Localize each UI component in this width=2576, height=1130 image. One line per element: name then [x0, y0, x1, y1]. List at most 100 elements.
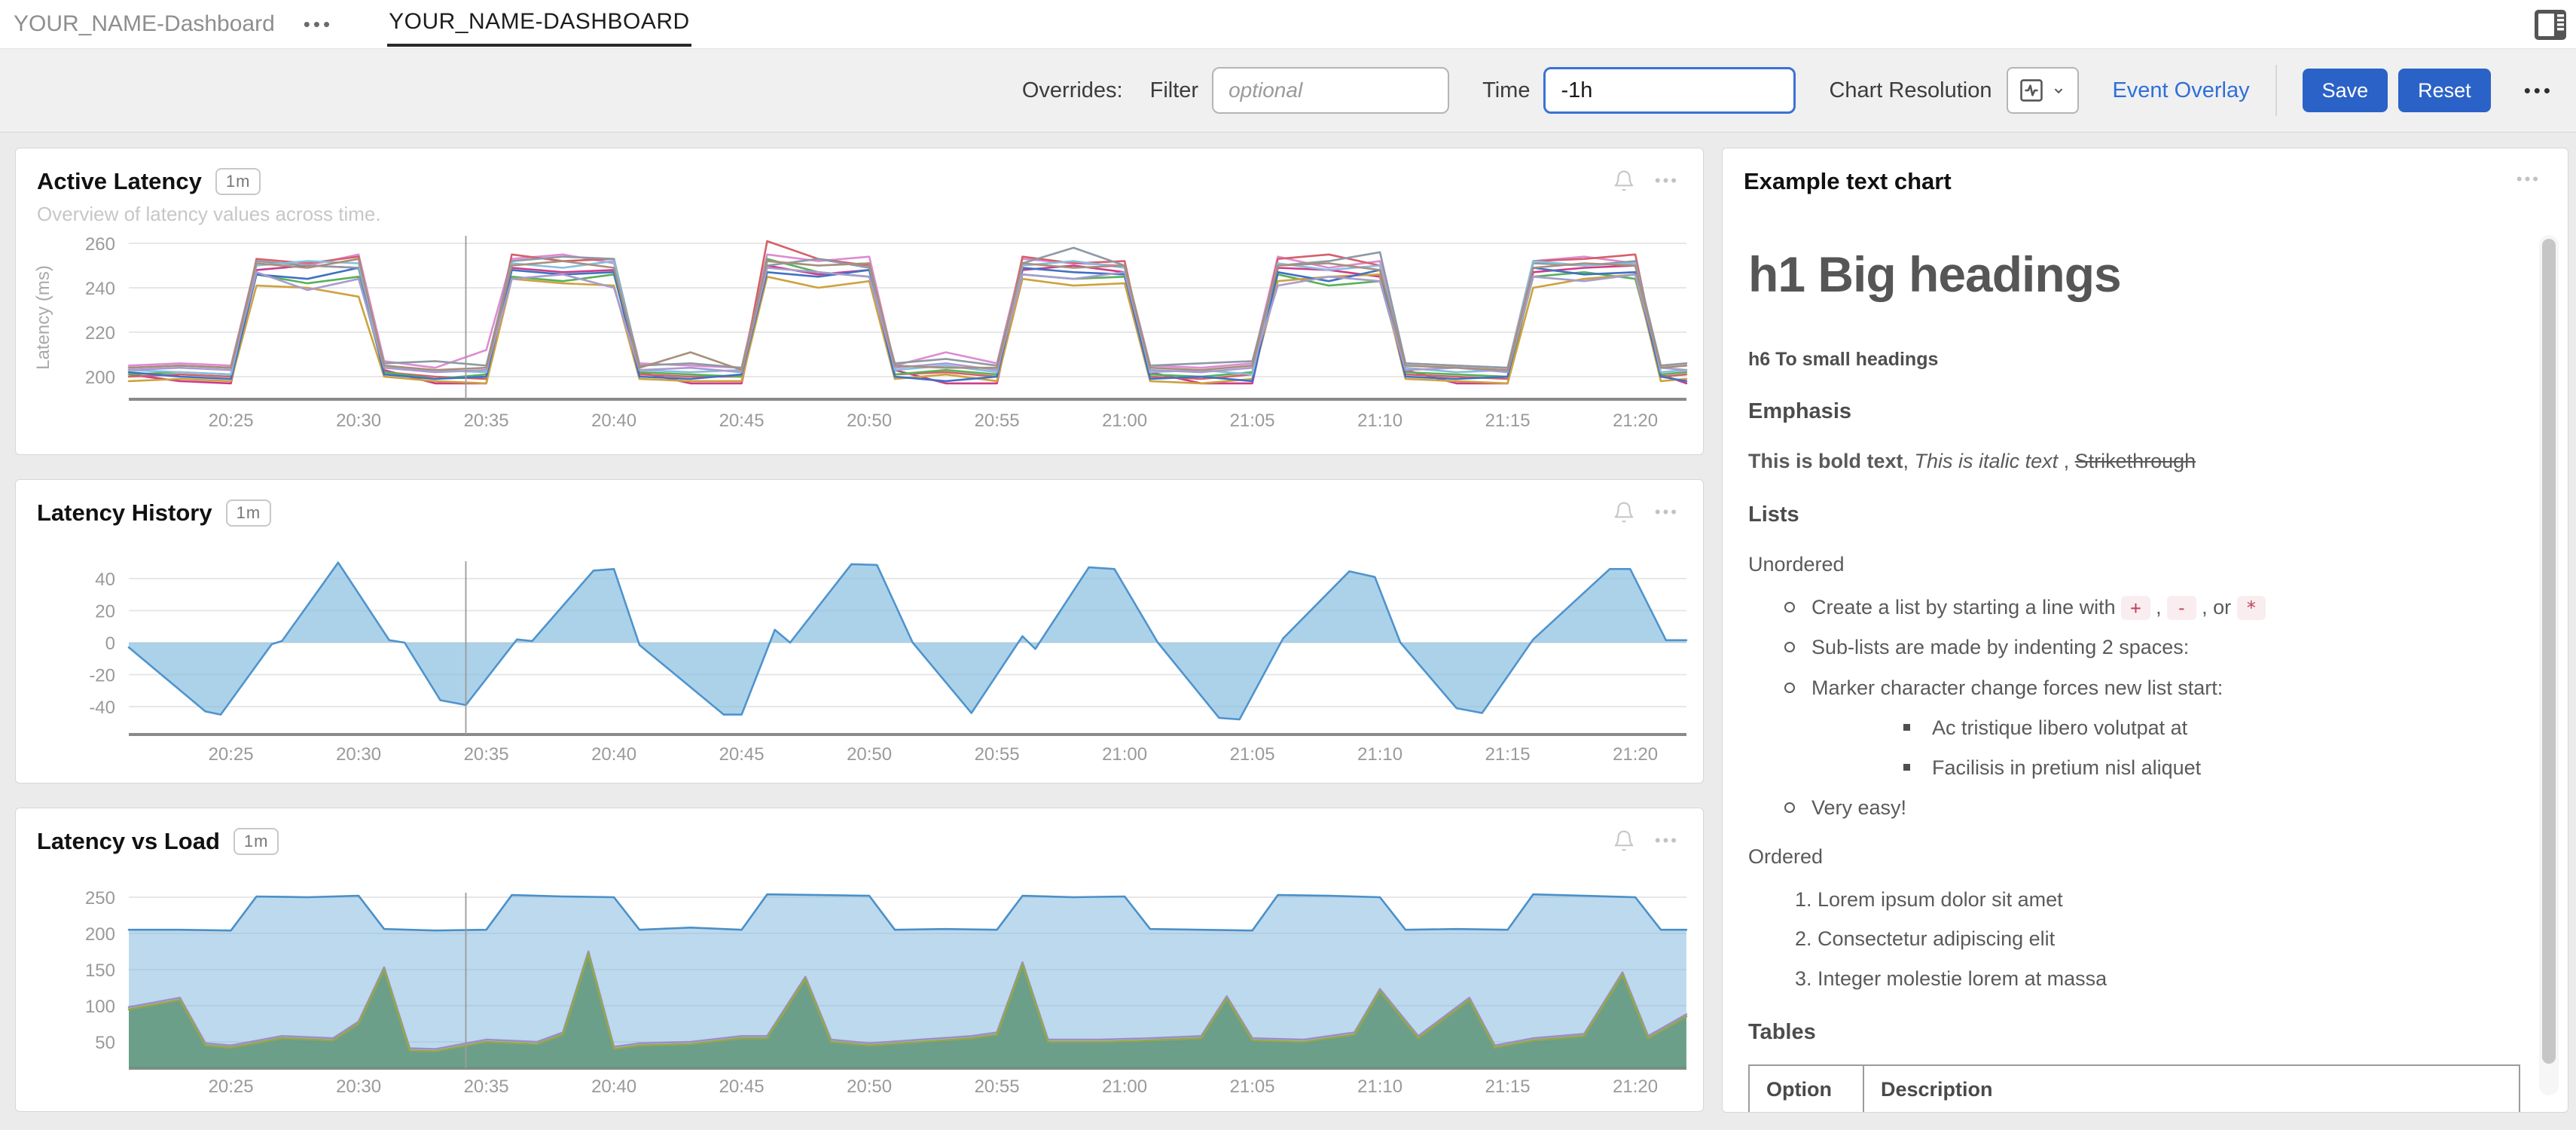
dashboard-group-menu-icon[interactable]: •••: [304, 13, 333, 36]
md-h6: h6 To small headings: [1748, 346, 2507, 373]
svg-text:20:50: 20:50: [847, 744, 892, 765]
alert-bell-icon[interactable]: [1613, 501, 1635, 524]
side-panel-toggle-icon[interactable]: [2534, 9, 2567, 41]
text-chart-menu-icon[interactable]: •••: [2516, 170, 2541, 189]
markdown-content: h1 Big headings h6 To small headings Emp…: [1723, 239, 2568, 1113]
list-item: Create a list by starting a line with + …: [1748, 593, 2507, 622]
overrides-toolbar: Overrides: Filter Time Chart Resolution …: [0, 49, 2576, 133]
md-unordered-list: Create a list by starting a line with + …: [1748, 593, 2507, 823]
svg-text:21:05: 21:05: [1230, 744, 1275, 765]
svg-text:21:05: 21:05: [1230, 1077, 1275, 1097]
resolution-badge: 1m: [226, 499, 272, 527]
reset-button[interactable]: Reset: [2398, 69, 2491, 112]
md-ordered-list: Lorem ipsum dolor sit amet Consectetur a…: [1748, 885, 2507, 993]
svg-text:20: 20: [95, 602, 115, 622]
md-tables-heading: Tables: [1748, 1016, 2507, 1048]
svg-text:21:00: 21:00: [1102, 744, 1147, 765]
latency-vs-load-chart[interactable]: 250 200 150 100 50 20:25 20:30 20:35 20:40 20:45 2…: [16, 884, 1704, 1110]
resolution-badge: 1m: [215, 168, 261, 195]
svg-text:21:15: 21:15: [1485, 411, 1531, 431]
alert-bell-icon[interactable]: [1613, 829, 1635, 852]
svg-text:-40: -40: [89, 698, 115, 718]
svg-text:20:45: 20:45: [719, 411, 765, 431]
list-item: Consectetur adipiscing elit: [1818, 924, 2507, 954]
svg-text:21:20: 21:20: [1613, 1077, 1658, 1097]
scrollbar-thumb[interactable]: [2542, 239, 2556, 1064]
svg-text:250: 250: [85, 888, 115, 909]
md-table: Option Description chart path to data fi…: [1748, 1064, 2520, 1113]
svg-text:200: 200: [85, 368, 115, 388]
svg-text:20:40: 20:40: [591, 411, 636, 431]
svg-text:20:40: 20:40: [591, 744, 636, 765]
latency-vs-load-card: Latency vs Load 1m ••• 2502001501005020:…: [15, 808, 1704, 1112]
md-h1: h1 Big headings: [1748, 239, 2507, 311]
resolution-pulse-icon: [2019, 78, 2044, 103]
toolbar-overflow-menu-icon[interactable]: •••: [2524, 79, 2553, 102]
svg-text:20:25: 20:25: [209, 1077, 254, 1097]
chart-resolution-label: Chart Resolution: [1829, 78, 1992, 103]
svg-text:20:35: 20:35: [464, 744, 509, 765]
chart-title: Active Latency: [37, 168, 202, 195]
filter-label: Filter: [1150, 78, 1198, 103]
table-header: Description: [1863, 1065, 2520, 1113]
example-text-chart-card: Example text chart ••• h1 Big headings h…: [1722, 148, 2568, 1113]
md-sub-list: Ac tristique libero volutpat at Facilisi…: [1811, 713, 2507, 783]
chart-title: Latency History: [37, 499, 212, 527]
text-chart-title: Example text chart: [1744, 168, 1952, 194]
svg-text:20:55: 20:55: [975, 411, 1020, 431]
code-minus: -: [2167, 596, 2196, 620]
svg-text:20:50: 20:50: [847, 1077, 892, 1097]
svg-text:21:00: 21:00: [1102, 411, 1147, 431]
chart-resolution-dropdown[interactable]: [2007, 67, 2079, 114]
chart-subtitle: Overview of latency values across time.: [37, 203, 1613, 226]
sub-list-item: Ac tristique libero volutpat at: [1811, 713, 2507, 743]
md-lists-heading: Lists: [1748, 499, 2507, 530]
chevron-down-icon: [2050, 82, 2067, 99]
chart-menu-icon[interactable]: •••: [1655, 502, 1679, 522]
svg-text:21:20: 21:20: [1613, 411, 1658, 431]
svg-text:20:35: 20:35: [464, 1077, 509, 1097]
tab-dashboard[interactable]: YOUR_NAME-DASHBOARD: [387, 2, 691, 47]
save-button[interactable]: Save: [2303, 69, 2388, 112]
svg-text:21:10: 21:10: [1357, 1077, 1402, 1097]
chart-menu-icon[interactable]: •••: [1655, 831, 1679, 851]
svg-text:150: 150: [85, 960, 115, 981]
svg-text:20:45: 20:45: [719, 1077, 765, 1097]
svg-text:20:55: 20:55: [975, 744, 1020, 765]
svg-text:20:25: 20:25: [209, 744, 254, 765]
svg-text:260: 260: [85, 234, 115, 255]
svg-text:21:00: 21:00: [1102, 1077, 1147, 1097]
list-item: Very easy!: [1748, 793, 2507, 823]
svg-text:20:40: 20:40: [591, 1077, 636, 1097]
list-item: Integer molestie lorem at massa: [1818, 964, 2507, 994]
filter-input[interactable]: [1212, 67, 1449, 114]
svg-text:-20: -20: [89, 666, 115, 686]
chart-menu-icon[interactable]: •••: [1655, 171, 1679, 191]
sub-list-item: Facilisis in pretium nisl aliquet: [1811, 753, 2507, 783]
svg-text:21:05: 21:05: [1230, 411, 1275, 431]
active-latency-chart[interactable]: 26024022020020:2520:3020:3520:4020:4520:…: [16, 224, 1704, 455]
md-unordered-label: Unordered: [1748, 550, 2507, 579]
svg-text:40: 40: [95, 570, 115, 590]
svg-text:100: 100: [85, 997, 115, 1017]
svg-text:200: 200: [85, 924, 115, 945]
panel-scrollbar[interactable]: [2539, 235, 2559, 1095]
alert-bell-icon[interactable]: [1613, 170, 1635, 192]
svg-text:21:15: 21:15: [1485, 1077, 1531, 1097]
active-latency-card: Active Latency 1m Overview of latency va…: [15, 148, 1704, 455]
resolution-badge: 1m: [233, 828, 279, 855]
svg-text:20:30: 20:30: [336, 1077, 381, 1097]
svg-text:21:10: 21:10: [1357, 744, 1402, 765]
latency-history-card: Latency History 1m ••• 40200-20-4020:252…: [15, 479, 1704, 783]
time-input[interactable]: [1543, 67, 1796, 114]
dashboard-group-name: YOUR_NAME-Dashboard: [14, 11, 275, 37]
list-item: Lorem ipsum dolor sit amet: [1818, 885, 2507, 915]
md-ordered-label: Ordered: [1748, 842, 2507, 872]
svg-text:Latency (ms): Latency (ms): [33, 265, 53, 370]
event-overlay-link[interactable]: Event Overlay: [2112, 78, 2249, 103]
list-item: Marker character change forces new list …: [1748, 673, 2507, 783]
list-item: Sub-lists are made by indenting 2 spaces…: [1748, 633, 2507, 662]
svg-text:20:30: 20:30: [336, 744, 381, 765]
svg-text:50: 50: [95, 1033, 115, 1053]
latency-history-chart[interactable]: 40200-20-4020:2520:3020:3520:4020:4520:5…: [16, 555, 1704, 783]
